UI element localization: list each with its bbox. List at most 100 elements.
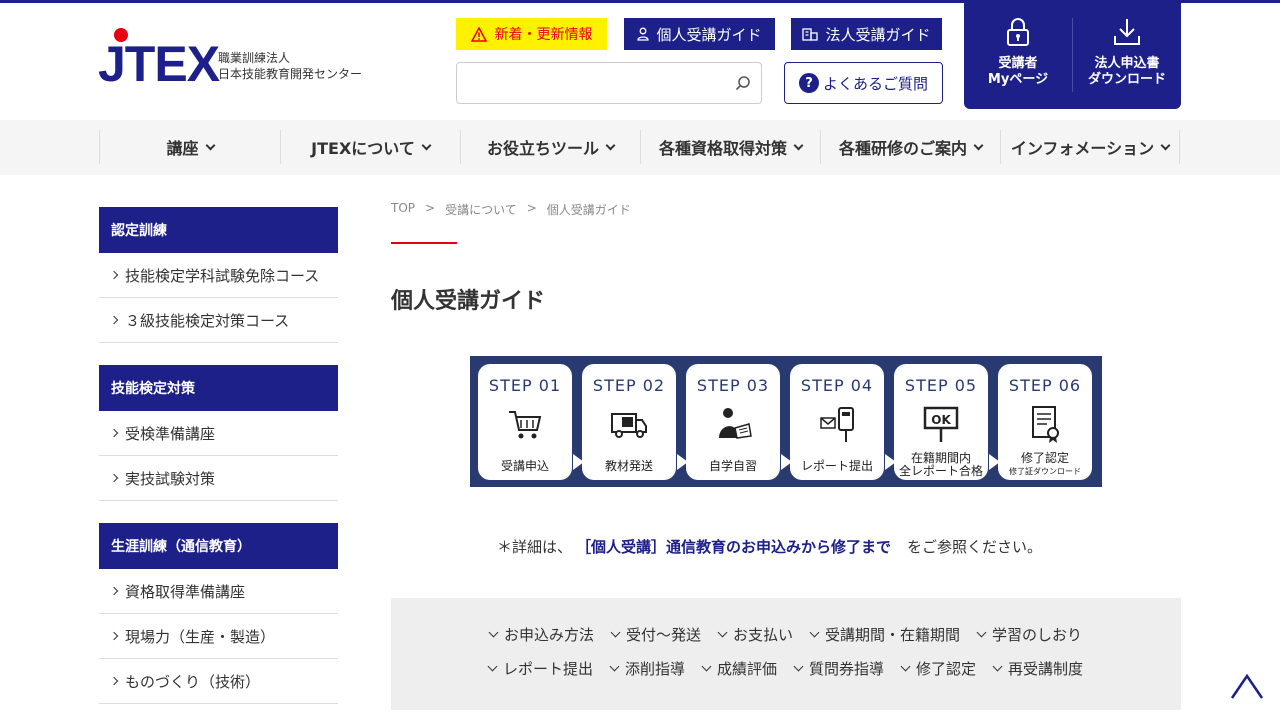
chevron-down-icon — [976, 627, 987, 638]
study-icon — [719, 408, 752, 439]
sidebar-link-label: ものづくり（技術） — [125, 672, 261, 691]
anchor-link[interactable]: レポート提出 — [487, 658, 593, 679]
step-number: STEP 01 — [488, 376, 562, 395]
chevron-down-icon — [605, 140, 616, 150]
sidebar-heading[interactable]: 生涯訓練（通信教育） — [99, 523, 338, 569]
corporate-guide-label: 法人受講ガイド — [825, 25, 931, 44]
step-caption: 修了認定 修了証ダウンロード — [998, 452, 1092, 478]
personal-guide-label: 個人受講ガイド — [656, 25, 762, 44]
download-form-button[interactable]: 法人申込書 ダウンロード — [1073, 0, 1181, 109]
nav-label: インフォメーション — [1010, 139, 1155, 158]
sidebar-link-label: 現場力（生産・製造） — [125, 627, 276, 646]
site-logo[interactable]: JTEX 職業訓練法人 日本技能教育開発センター — [98, 28, 378, 92]
note-suffix: をご参照ください。 — [907, 538, 1043, 556]
anchor-link[interactable]: お支払い — [717, 624, 793, 645]
sidebar-link[interactable]: 資格取得準備講座 — [99, 569, 338, 614]
sidebar-link-label: 資格取得準備講座 — [125, 582, 246, 601]
anchor-label: 質問券指導 — [809, 660, 885, 678]
nav-label: JTEXについて — [311, 139, 415, 158]
mypage-line-2: Myページ — [987, 72, 1049, 87]
certificate-icon — [1032, 406, 1059, 443]
corporate-guide-button[interactable]: 法人受講ガイド — [791, 18, 942, 50]
sidebar-heading[interactable]: 技能検定対策 — [99, 365, 338, 411]
anchor-label: 成績評価 — [716, 660, 777, 678]
sidebar-link[interactable]: 実技試験対策 — [99, 456, 338, 501]
chevron-down-icon — [610, 627, 621, 638]
anchor-label: お申込み方法 — [503, 626, 594, 644]
chevron-down-icon — [488, 627, 499, 638]
download-line-1: 法人申込書 — [1094, 56, 1160, 71]
chevron-down-icon — [487, 661, 498, 672]
mypage-button[interactable]: 受講者 Myページ — [964, 0, 1072, 109]
anchor-label: お支払い — [732, 626, 793, 644]
anchor-label: 受付～発送 — [625, 626, 701, 644]
anchor-link[interactable]: 受付～発送 — [610, 624, 701, 645]
step-number: STEP 06 — [1008, 376, 1082, 395]
anchor-link[interactable]: 修了認定 — [900, 658, 976, 679]
download-icon — [1114, 19, 1140, 45]
step-card: STEP 02 教材発送 — [582, 364, 676, 480]
sidebar-link[interactable]: 受検準備講座 — [99, 411, 338, 456]
step-caption-line2: 全レポート合格 — [898, 464, 983, 478]
anchor-link[interactable]: お申込み方法 — [488, 624, 594, 645]
search-input[interactable] — [465, 69, 725, 97]
anchor-link[interactable]: 再受講制度 — [992, 658, 1084, 679]
nav-item-tools[interactable]: お役立ちツール — [460, 130, 640, 164]
chevron-right-icon — [109, 473, 119, 483]
step-card: STEP 05 OK 在籍期間内 全レポート合格 — [894, 364, 988, 480]
step-card: STEP 01 受講申込 — [478, 364, 572, 480]
sidebar-link[interactable]: ３級技能検定対策コース — [99, 298, 338, 343]
org-line-2: 日本技能教育開発センター — [218, 67, 363, 81]
chevron-down-icon — [992, 661, 1003, 672]
lock-icon — [1007, 18, 1029, 46]
breadcrumb-separator: > — [526, 201, 537, 215]
steps-diagram: STEP 01 受講申込 STEP 02 教材発送 STEP 03 自学自習 S… — [470, 356, 1102, 487]
chevron-down-icon — [205, 140, 215, 150]
anchor-label: 再受講制度 — [1008, 660, 1084, 678]
anchor-link[interactable]: 質問券指導 — [793, 658, 885, 679]
site-search — [456, 62, 762, 104]
page-title: 個人受講ガイド — [391, 289, 546, 314]
details-link[interactable]: ［個人受講］通信教育のお申込みから修了まで — [576, 536, 891, 557]
anchor-link[interactable]: 受講期間・在籍期間 — [809, 624, 960, 645]
sidebar-link-label: ３級技能検定対策コース — [125, 311, 290, 330]
sidebar-heading[interactable]: 認定訓練 — [99, 207, 338, 253]
chevron-down-icon — [793, 140, 804, 150]
title-accent-line — [391, 242, 457, 244]
breadcrumb: TOP > 受講について > 個人受講ガイド — [391, 201, 631, 218]
sidebar-link[interactable]: 技能検定学科試験免除コース — [99, 253, 338, 298]
truck-icon — [611, 413, 647, 438]
breadcrumb-level1[interactable]: 受講について — [445, 201, 517, 218]
nav-item-courses[interactable]: 講座 — [99, 130, 280, 164]
chevron-down-icon — [973, 140, 984, 150]
details-note: ＊詳細は、 ［個人受講］通信教育のお申込みから修了まで をご参照ください。 — [497, 536, 1042, 557]
sidebar-link-label: 技能検定学科試験免除コース — [125, 266, 320, 285]
anchor-link[interactable]: 学習のしおり — [976, 624, 1082, 645]
faq-button[interactable]: ? よくあるご質問 — [784, 62, 943, 104]
faq-label: よくあるご質問 — [822, 74, 928, 93]
step-number: STEP 05 — [904, 376, 978, 395]
download-line-2: ダウンロード — [1087, 72, 1166, 87]
building-icon — [802, 28, 819, 41]
anchor-link[interactable]: 成績評価 — [701, 658, 777, 679]
step-number: STEP 02 — [592, 376, 666, 395]
back-to-top-icon[interactable] — [1230, 672, 1264, 700]
personal-guide-button[interactable]: 個人受講ガイド — [624, 18, 775, 50]
news-button[interactable]: 新着・更新情報 — [456, 18, 607, 50]
mypage-line-1: 受講者 — [998, 56, 1038, 71]
chevron-down-icon — [809, 627, 820, 638]
nav-item-qualifications[interactable]: 各種資格取得対策 — [640, 130, 820, 164]
sidebar-link[interactable]: 現場力（生産・製造） — [99, 614, 338, 659]
search-icon[interactable] — [735, 75, 751, 91]
step-caption-line1: 修了認定 — [1020, 451, 1069, 465]
nav-item-training[interactable]: 各種研修のご案内 — [820, 130, 1000, 164]
breadcrumb-top[interactable]: TOP — [391, 201, 415, 218]
mailbox-icon — [820, 407, 854, 442]
logo-text: JTEX — [98, 36, 220, 92]
anchor-link[interactable]: 添削指導 — [609, 658, 685, 679]
chevron-down-icon — [1160, 140, 1171, 150]
step-card: STEP 04 レポート提出 — [790, 364, 884, 480]
nav-item-information[interactable]: インフォメーション — [1000, 130, 1180, 164]
sidebar-link[interactable]: ものづくり（技術） — [99, 659, 338, 704]
nav-item-about[interactable]: JTEXについて — [280, 130, 460, 164]
